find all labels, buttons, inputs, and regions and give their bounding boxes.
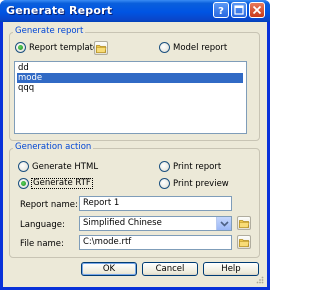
file-name-input[interactable]: C:\mode.rtf: [79, 235, 232, 250]
help-icon: ?: [218, 6, 224, 17]
print-report-label[interactable]: Print report: [173, 162, 221, 172]
generate-rtf-label[interactable]: Generate RTF: [31, 178, 93, 189]
dialog-window: Generate Report ? Generate report Report…: [0, 0, 270, 290]
list-item[interactable]: dd: [17, 63, 243, 73]
help-button[interactable]: Help: [203, 262, 259, 276]
template-list[interactable]: dd mode qqq: [14, 61, 247, 134]
close-icon: [252, 5, 262, 15]
chevron-down-icon: [220, 221, 229, 227]
generate-rtf-radio[interactable]: [18, 178, 29, 189]
list-item[interactable]: qqq: [17, 83, 243, 93]
title-bar[interactable]: Generate Report ?: [0, 0, 270, 22]
generate-report-group-label: Generate report: [13, 26, 86, 36]
report-template-label[interactable]: Report template: [29, 43, 98, 53]
maximize-icon: [234, 5, 244, 15]
language-dropdown-button[interactable]: [216, 217, 231, 230]
report-template-radio[interactable]: [15, 42, 26, 53]
language-value: Simplified Chinese: [83, 218, 162, 228]
print-report-radio[interactable]: [159, 161, 170, 172]
folder-icon: [239, 239, 250, 247]
generate-html-label[interactable]: Generate HTML: [32, 162, 98, 172]
help-title-button[interactable]: ?: [213, 2, 229, 18]
generate-html-radio[interactable]: [18, 161, 29, 172]
language-label: Language:: [20, 220, 65, 230]
svg-text:?: ?: [218, 6, 224, 17]
list-item[interactable]: mode: [17, 73, 243, 83]
folder-icon: [96, 45, 107, 53]
report-name-label: Report name:: [20, 200, 78, 210]
language-select[interactable]: Simplified Chinese: [79, 216, 232, 231]
print-preview-radio[interactable]: [159, 178, 170, 189]
print-preview-label[interactable]: Print preview: [173, 179, 229, 189]
close-button[interactable]: [249, 2, 265, 18]
model-report-label[interactable]: Model report: [173, 43, 227, 53]
cancel-button[interactable]: Cancel: [142, 262, 198, 276]
file-name-folder-button[interactable]: [237, 235, 251, 249]
maximize-button[interactable]: [231, 2, 247, 18]
window-title: Generate Report: [6, 4, 113, 17]
template-folder-button[interactable]: [94, 41, 108, 55]
folder-icon: [239, 220, 250, 228]
file-name-label: File name:: [20, 239, 64, 249]
resize-grip-icon[interactable]: [256, 276, 264, 284]
language-folder-button[interactable]: [237, 216, 251, 230]
ok-button[interactable]: OK: [81, 262, 137, 276]
generation-action-group-label: Generation action: [13, 142, 94, 152]
dialog-client: Generate report Report template Model re…: [3, 22, 267, 287]
report-name-input[interactable]: Report 1: [79, 196, 232, 211]
model-report-radio[interactable]: [159, 42, 170, 53]
